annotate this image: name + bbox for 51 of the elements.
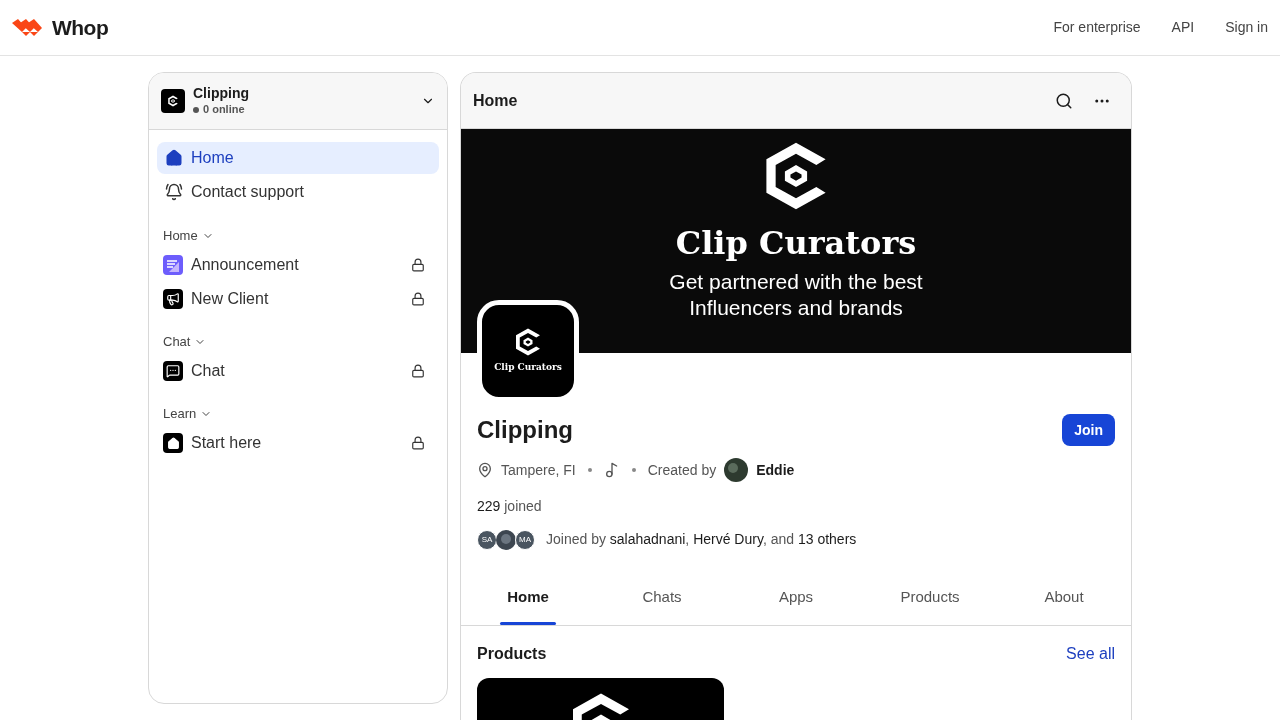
location-pin-icon xyxy=(477,462,493,478)
banner-title: Clip Curators xyxy=(675,223,917,263)
section-header[interactable]: Home xyxy=(157,224,220,248)
hexagon-logo-icon xyxy=(167,95,179,107)
community-name: Clipping xyxy=(477,415,573,445)
community-header[interactable]: Clipping 0 online xyxy=(149,73,447,130)
sidebar-item[interactable]: Home xyxy=(157,142,439,174)
megaphone-icon xyxy=(163,289,183,309)
sidebar-item[interactable]: Contact support xyxy=(157,176,439,208)
service-bell-icon xyxy=(165,183,183,201)
nav-link[interactable]: Sign in xyxy=(1225,17,1268,38)
avatar-caption: Clip Curators xyxy=(494,361,562,375)
section-header[interactable]: Chat xyxy=(157,330,213,354)
online-count: 0 online xyxy=(203,102,245,117)
created-by-label: Created by xyxy=(647,460,717,480)
nav-link[interactable]: API xyxy=(1171,17,1195,38)
section-title: Products xyxy=(477,644,547,664)
tab[interactable]: Apps xyxy=(729,570,863,625)
page-title: Home xyxy=(473,90,518,111)
joined-by-text: Joined by salahadnani, Hervé Dury, and 13 others xyxy=(546,530,857,549)
member-avatar: MA xyxy=(515,529,535,550)
sidebar-item[interactable]: Chat xyxy=(157,354,439,388)
sidebar-item[interactable]: Announcement xyxy=(157,248,439,282)
sidebar-item[interactable]: Start here xyxy=(157,426,439,460)
joined-count: 229 joined xyxy=(477,497,543,516)
tab-indicator xyxy=(500,622,556,625)
member-avatar: SA xyxy=(477,529,497,550)
banner-tagline: Influencers and brands xyxy=(689,295,903,321)
brand-name: Whop xyxy=(52,14,109,41)
member-avatar xyxy=(496,529,516,550)
location-text: Tampere, FI xyxy=(501,460,576,480)
tab[interactable]: About xyxy=(997,570,1131,625)
nav-link[interactable]: For enterprise xyxy=(1053,17,1141,38)
search-icon[interactable] xyxy=(1055,91,1073,110)
section-header[interactable]: Learn xyxy=(157,402,219,426)
tab[interactable]: Chats xyxy=(595,570,729,625)
join-button[interactable]: Join xyxy=(1062,414,1115,446)
announcement-icon xyxy=(163,255,183,275)
sidebar-item[interactable]: New Client xyxy=(157,282,439,316)
creator-name[interactable]: Eddie xyxy=(756,459,795,481)
chat-icon xyxy=(163,361,183,381)
creator-avatar xyxy=(724,458,749,482)
home-icon xyxy=(165,149,183,167)
tab[interactable]: Home xyxy=(461,570,595,625)
tab[interactable]: Products xyxy=(863,570,997,625)
see-all-link[interactable]: See all xyxy=(1066,642,1115,666)
music-note-icon[interactable] xyxy=(603,462,620,478)
banner-tagline: Get partnered with the best xyxy=(669,269,923,295)
community-title: Clipping xyxy=(193,85,250,103)
house-icon xyxy=(163,433,183,453)
hexagon-logo-icon xyxy=(513,327,543,358)
